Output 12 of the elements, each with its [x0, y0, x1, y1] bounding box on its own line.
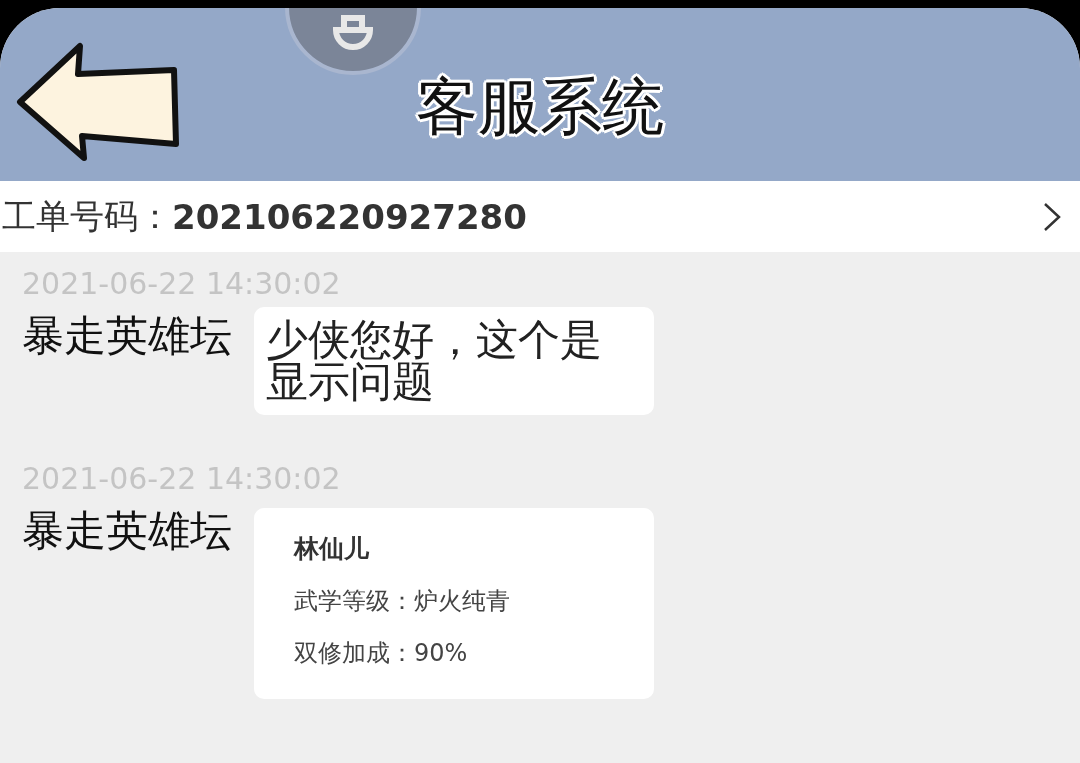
ticket-label: 工单号码：: [2, 194, 172, 238]
message-bubble: 少侠您好，这个是显示问题: [254, 307, 654, 415]
page-title: 客服系统: [416, 68, 664, 145]
back-arrow-icon[interactable]: [16, 40, 180, 162]
chevron-right-icon: [1042, 200, 1062, 233]
card-title: 林仙儿: [294, 533, 370, 565]
sender-name: 暴走英雄坛: [22, 508, 232, 555]
card-line: 双修加成：90%: [294, 638, 469, 669]
ticket-number: 202106220927280: [172, 196, 527, 237]
card-line: 武学等级：炉火纯青: [294, 586, 511, 617]
ticket-row[interactable]: 工单号码：202106220927280: [0, 181, 1080, 252]
sender-name: 暴走英雄坛: [22, 313, 232, 360]
